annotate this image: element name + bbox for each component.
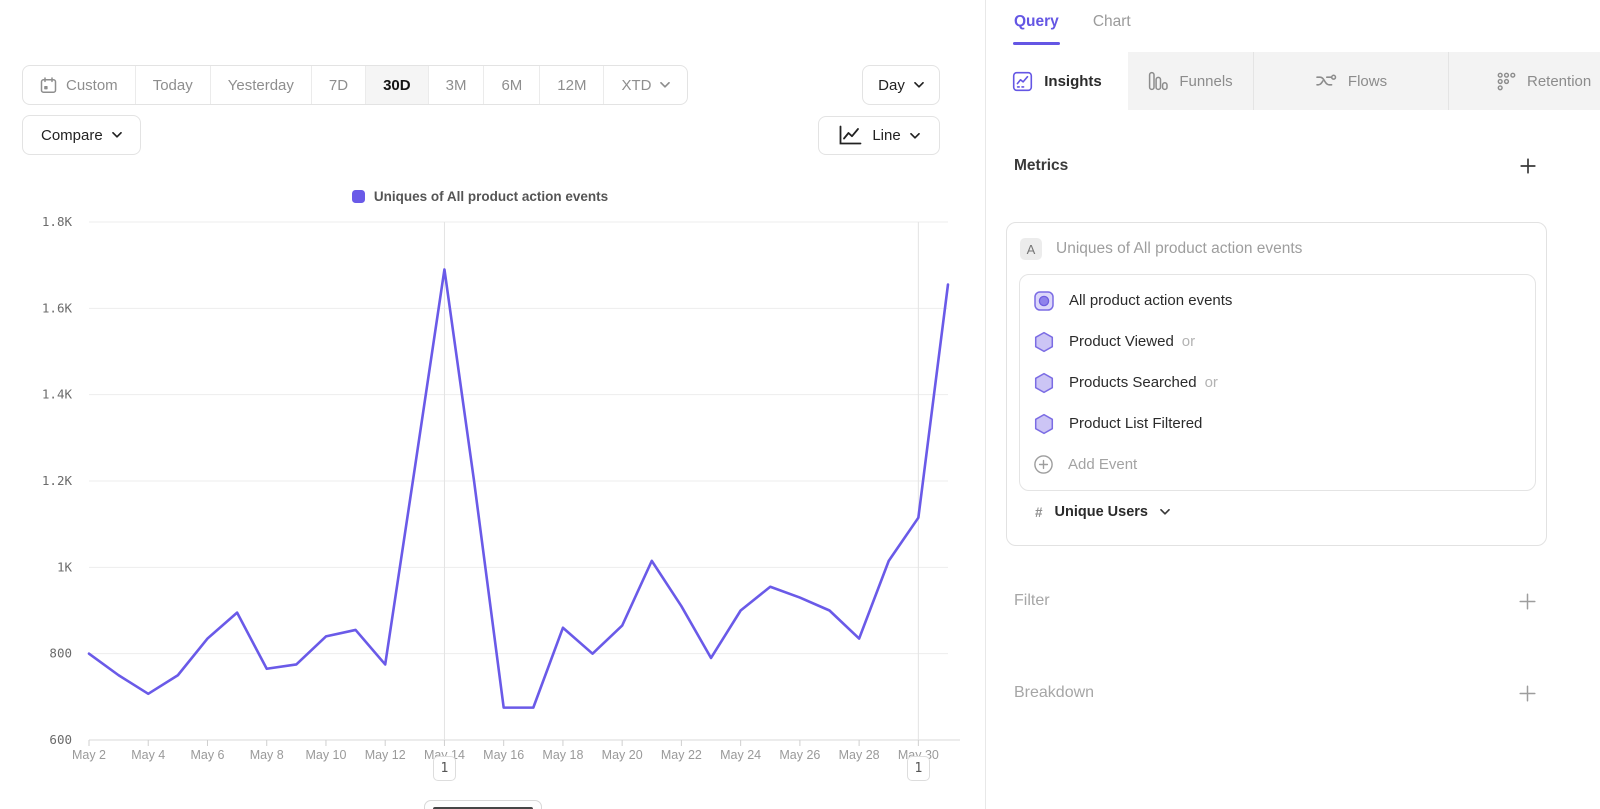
add-breakdown-button[interactable] (1519, 685, 1536, 702)
y-tick-label: 1.8K (42, 214, 73, 229)
cutoff-element (424, 800, 542, 809)
hash-icon: # (1035, 505, 1043, 520)
add-metric-button[interactable] (1520, 158, 1536, 174)
events-list: All product action events Product Viewed o… (1019, 274, 1536, 491)
event-operator: or (1182, 333, 1195, 350)
tab-funnels[interactable]: Funnels (1128, 52, 1254, 110)
tab-retention[interactable]: Retention (1449, 52, 1600, 110)
tab-label: Flows (1348, 73, 1387, 90)
event-row[interactable]: Product Viewed or (1020, 321, 1535, 362)
metrics-card: A Uniques of All product action events A… (1006, 222, 1547, 546)
x-tick-label: May 8 (250, 748, 284, 762)
aggregation-label: Unique Users (1055, 504, 1148, 520)
add-event-label: Add Event (1068, 456, 1137, 473)
tab-flows[interactable]: Flows (1254, 52, 1449, 110)
report-tabs: Insights Funnels Flows Retention (986, 52, 1600, 110)
metrics-header: Metrics (1014, 150, 1536, 182)
y-tick-label: 1.2K (42, 473, 73, 488)
panel-tabs: Query Chart (1014, 13, 1131, 45)
tab-query[interactable]: Query (1014, 13, 1059, 45)
formula-badge: A (1020, 238, 1042, 260)
add-filter-button[interactable] (1519, 593, 1536, 610)
tab-chart[interactable]: Chart (1093, 13, 1131, 45)
event-name: Product List Filtered (1069, 415, 1202, 432)
x-tick-label: May 2 (72, 748, 106, 762)
x-tick-label: May 6 (190, 748, 224, 762)
x-tick-label: May 20 (602, 748, 643, 762)
formula-label: Uniques of All product action events (1056, 240, 1302, 258)
event-row[interactable]: Products Searched or (1020, 362, 1535, 403)
event-name: Product Viewed (1069, 333, 1174, 350)
annotation-count: 1 (914, 761, 922, 776)
tab-label: Funnels (1179, 73, 1232, 90)
x-tick-label: May 28 (839, 748, 880, 762)
y-tick-label: 800 (49, 646, 72, 661)
filter-title: Filter (1014, 592, 1050, 610)
event-name: All product action events (1069, 292, 1232, 309)
tab-label: Chart (1093, 13, 1131, 30)
annotation-badge[interactable]: 1 (907, 756, 930, 781)
annotation-count: 1 (441, 761, 449, 776)
retention-icon (1497, 72, 1516, 91)
tab-label: Query (1014, 13, 1059, 30)
chevron-down-icon (1160, 509, 1170, 515)
y-tick-label: 1.6K (42, 300, 73, 315)
flows-icon (1315, 71, 1337, 91)
funnels-icon (1148, 71, 1168, 91)
tab-label: Insights (1044, 73, 1102, 90)
aggregation-selector[interactable]: # Unique Users (1019, 504, 1536, 520)
data-series-line (89, 269, 948, 707)
y-tick-label: 600 (49, 732, 72, 747)
x-tick-label: May 12 (365, 748, 406, 762)
y-tick-label: 1.4K (42, 387, 73, 402)
hexagon-icon (1033, 372, 1055, 394)
x-tick-label: May 26 (779, 748, 820, 762)
insights-icon (1012, 71, 1033, 92)
x-tick-label: May 16 (483, 748, 524, 762)
breakdown-title: Breakdown (1014, 684, 1094, 702)
circle-plus-icon (1033, 454, 1054, 475)
line-chart: 600 800 1K 1.2K 1.4K 1.6K 1.8K May 2 May 4 May 6 M… (0, 0, 985, 809)
x-tick-label: May 24 (720, 748, 761, 762)
hexagon-icon (1033, 413, 1055, 435)
x-tick-label: May 22 (661, 748, 702, 762)
x-tick-label: May 4 (131, 748, 165, 762)
hexagon-icon (1033, 331, 1055, 353)
tab-label: Retention (1527, 73, 1591, 90)
annotation-badge[interactable]: 1 (433, 756, 456, 781)
event-row[interactable]: Product List Filtered (1020, 403, 1535, 444)
x-tick-label: May 10 (305, 748, 346, 762)
breakdown-section: Breakdown (1014, 678, 1536, 708)
event-operator: or (1205, 374, 1218, 391)
x-tick-label: May 18 (542, 748, 583, 762)
query-panel: Query Chart Insights Funnels Flows Retentio… (985, 0, 1600, 809)
filter-section: Filter (1014, 586, 1536, 616)
y-tick-label: 1K (57, 559, 73, 574)
tab-insights[interactable]: Insights (986, 52, 1128, 110)
chart-pane: CustomTodayYesterday7D30D3M6M12MXTD Day … (0, 0, 985, 809)
add-event-button[interactable]: Add Event (1020, 444, 1535, 485)
metrics-title: Metrics (1014, 157, 1068, 175)
event-name: Products Searched (1069, 374, 1197, 391)
all-events-icon (1033, 290, 1055, 312)
formula-row[interactable]: A Uniques of All product action events (1019, 237, 1536, 261)
event-row[interactable]: All product action events (1020, 280, 1535, 321)
analytics-app: CustomTodayYesterday7D30D3M6M12MXTD Day … (0, 0, 1600, 809)
